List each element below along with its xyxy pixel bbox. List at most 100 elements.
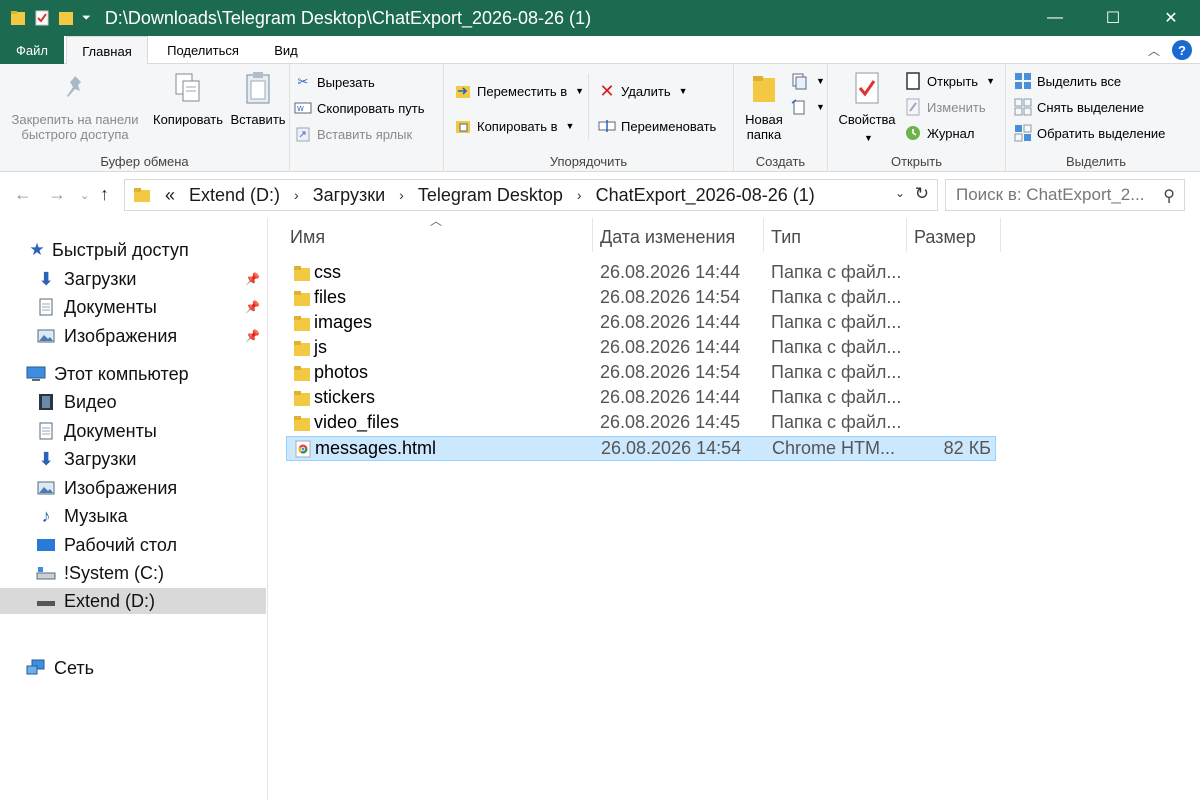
nav-pc-desktop[interactable]: Рабочий стол	[36, 532, 266, 558]
tab-share[interactable]: Поделиться	[150, 36, 256, 64]
new-folder-button[interactable]: Новая папка	[738, 70, 790, 142]
easy-access-button[interactable]: ▼	[790, 98, 825, 116]
close-button[interactable]: ✕	[1142, 0, 1200, 36]
file-type: Папка с файл...	[771, 387, 902, 407]
file-row[interactable]: images 26.08.2026 14:44 Папка с файл...	[286, 311, 996, 336]
select-all-button[interactable]: Выделить все	[1014, 72, 1121, 90]
customize-qat-icon[interactable]: ⏷	[82, 12, 91, 25]
star-icon: ★	[29, 240, 45, 259]
breadcrumb-item[interactable]: Extend (D:)	[189, 185, 280, 206]
file-row[interactable]: js 26.08.2026 14:44 Папка с файл...	[286, 336, 996, 361]
file-row[interactable]: stickers 26.08.2026 14:44 Папка с файл..…	[286, 386, 996, 411]
new-group-label: Создать	[755, 154, 806, 169]
nav-pc-videos[interactable]: Видео	[36, 389, 266, 415]
copy-to-button[interactable]: Копировать в ▼	[454, 117, 574, 135]
file-name: messages.html	[315, 438, 437, 458]
file-type: Папка с файл...	[771, 337, 902, 357]
help-icon[interactable]: ?	[1172, 40, 1192, 60]
tab-view[interactable]: Вид	[258, 36, 314, 64]
edit-button[interactable]: Изменить	[904, 98, 986, 116]
breadcrumb-separator-icon[interactable]: ›	[294, 187, 299, 203]
column-divider[interactable]	[1000, 218, 1001, 252]
nav-network[interactable]: Сеть	[26, 655, 266, 681]
back-icon[interactable]: ←	[14, 184, 32, 205]
open-button[interactable]: Открыть ▼	[904, 72, 995, 90]
nav-label: Загрузки	[64, 268, 137, 289]
tab-home[interactable]: Главная	[66, 36, 148, 65]
ribbon: Закрепить на панели быстрого доступа Коп…	[0, 64, 1200, 172]
file-row[interactable]: css 26.08.2026 14:44 Папка с файл...	[286, 261, 996, 286]
maximize-button[interactable]: ☐	[1084, 0, 1142, 36]
nav-pc-music[interactable]: ♪ Музыка	[36, 503, 266, 529]
nav-label: Видео	[64, 391, 117, 412]
folder-icon	[294, 416, 310, 431]
file-row[interactable]: files 26.08.2026 14:54 Папка с файл...	[286, 286, 996, 311]
breadcrumb-item[interactable]: Telegram Desktop	[418, 185, 563, 206]
file-name: photos	[314, 362, 369, 382]
file-type: Папка с файл...	[771, 362, 902, 382]
breadcrumb-separator-icon[interactable]: ›	[399, 187, 404, 203]
drive-icon	[36, 591, 56, 611]
recent-locations-icon[interactable]: ⌄	[80, 189, 89, 202]
column-divider[interactable]	[592, 218, 593, 252]
column-divider[interactable]	[906, 218, 907, 252]
properties-icon[interactable]	[34, 9, 50, 27]
download-arrow-icon: ⬇	[38, 268, 54, 289]
refresh-icon[interactable]: ↻	[915, 184, 929, 204]
pin-icon[interactable]: 📌	[245, 300, 260, 314]
minimize-button[interactable]: —	[1026, 0, 1084, 36]
file-name: video_files	[314, 412, 400, 432]
nav-pc-extend-drive[interactable]: Extend (D:)	[0, 588, 266, 614]
sort-ascending-icon: ︿	[430, 214, 443, 228]
delete-button[interactable]: ✕ Удалить ▼	[598, 81, 687, 101]
tab-file[interactable]: Файл	[0, 36, 64, 64]
file-type: Папка с файл...	[771, 412, 902, 432]
folder-icon	[294, 316, 310, 331]
column-divider[interactable]	[763, 218, 764, 252]
copy-button[interactable]: Копировать	[148, 70, 228, 127]
new-folder-icon[interactable]	[58, 9, 74, 27]
nav-quick-access[interactable]: ★ Быстрый доступ	[29, 237, 266, 263]
paste-icon	[246, 72, 270, 104]
breadcrumb-separator-icon[interactable]: ›	[577, 187, 582, 203]
nav-pc-system-drive[interactable]: !System (C:)	[36, 560, 266, 586]
nav-this-pc[interactable]: Этот компьютер	[26, 361, 266, 387]
rename-button[interactable]: Переименовать	[598, 117, 716, 135]
new-group: Новая папка ▼ ▼ Создать	[734, 64, 828, 172]
nav-quick-downloads[interactable]: ⬇ Загрузки 📌	[36, 266, 266, 292]
collapse-ribbon-icon[interactable]: ︿	[1148, 42, 1160, 59]
nav-pc-documents[interactable]: Документы	[36, 418, 266, 444]
nav-quick-documents[interactable]: Документы 📌	[36, 294, 266, 320]
up-icon[interactable]: ↑	[100, 184, 109, 205]
new-item-button[interactable]: ▼	[790, 72, 825, 90]
file-row[interactable]: photos 26.08.2026 14:54 Папка с файл...	[286, 361, 996, 386]
breadcrumb-overflow[interactable]: «	[165, 185, 175, 206]
paste-button[interactable]: Вставить	[228, 70, 288, 127]
pin-icon[interactable]: 📌	[245, 329, 260, 343]
properties-button[interactable]: Свойства ▼	[834, 70, 900, 146]
forward-icon[interactable]: →	[48, 184, 66, 205]
file-row-selected[interactable]: messages.html 26.08.2026 14:54 Chrome HT…	[286, 436, 996, 461]
column-header-name[interactable]: Имя	[290, 222, 325, 252]
file-row[interactable]: video_files 26.08.2026 14:45 Папка с фай…	[286, 411, 996, 436]
column-header-date[interactable]: Дата изменения	[600, 222, 735, 252]
pin-quick-access-button[interactable]: Закрепить на панели быстрого доступа	[4, 70, 146, 142]
nav-pc-pictures[interactable]: Изображения	[36, 475, 266, 501]
breadcrumb-item[interactable]: ChatExport_2026-08-26 (1)	[596, 185, 815, 206]
move-to-button[interactable]: Переместить в ▼	[454, 82, 584, 100]
select-none-button[interactable]: Снять выделение	[1014, 98, 1144, 116]
nav-quick-pictures[interactable]: Изображения 📌	[36, 323, 266, 349]
address-dropdown-icon[interactable]: ⌄	[895, 186, 905, 200]
invert-selection-button[interactable]: Обратить выделение	[1014, 124, 1165, 142]
column-header-size[interactable]: Размер	[914, 222, 976, 252]
breadcrumb-item[interactable]: Загрузки	[313, 185, 385, 206]
search-placeholder: Поиск в: ChatExport_2...	[956, 185, 1145, 204]
search-input[interactable]: Поиск в: ChatExport_2... ⚲	[945, 179, 1185, 211]
folder-icon	[134, 188, 150, 202]
pin-icon[interactable]: 📌	[245, 272, 260, 286]
nav-pc-downloads[interactable]: ⬇ Загрузки	[36, 446, 266, 472]
address-bar[interactable]: « Extend (D:) › Загрузки › Telegram Desk…	[124, 179, 938, 211]
column-header-type[interactable]: Тип	[771, 222, 801, 252]
history-button[interactable]: Журнал	[904, 124, 974, 142]
file-name: stickers	[314, 387, 376, 407]
